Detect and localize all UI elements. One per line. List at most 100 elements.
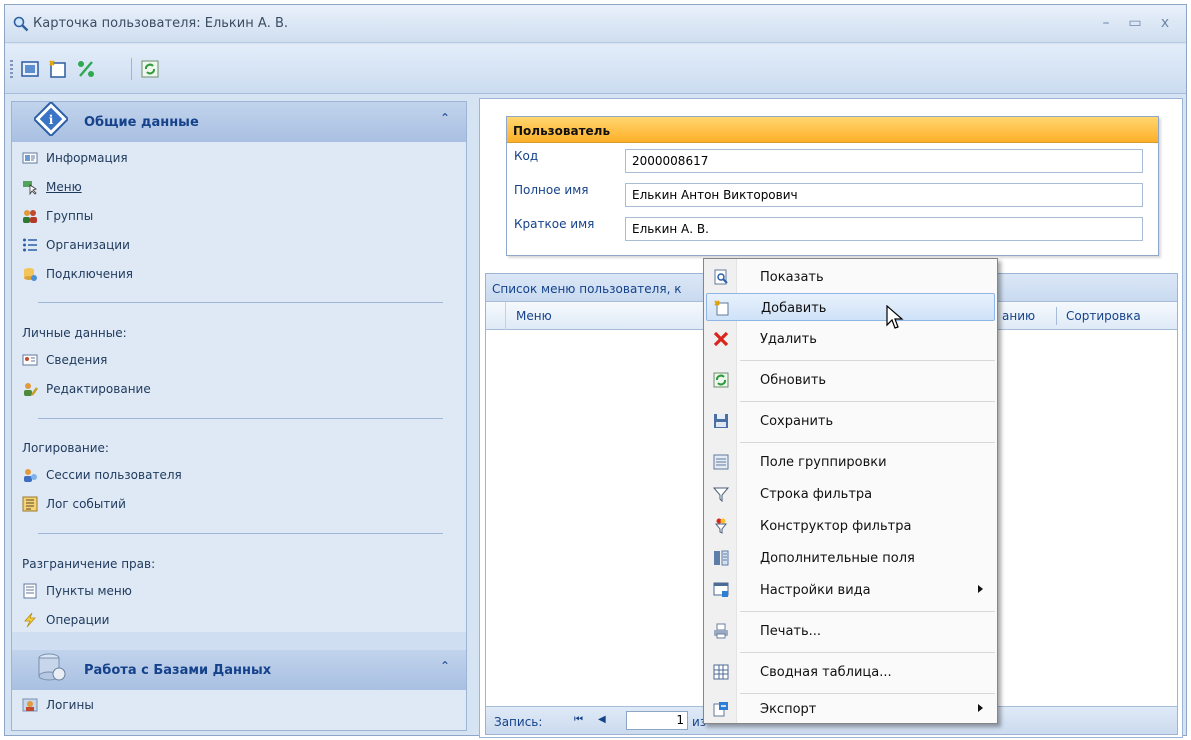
add-icon: [714, 300, 729, 316]
menu-item-extra-fields[interactable]: Дополнительные поля: [706, 544, 995, 572]
group-db-header[interactable]: Работа с Базами Данных ⌃: [12, 650, 466, 690]
new-icon[interactable]: [47, 58, 69, 80]
magnifier-icon: [13, 16, 29, 32]
nav-item-logins[interactable]: Логины: [22, 694, 94, 716]
column-default-header[interactable]: анию: [1002, 309, 1035, 323]
menu-item-add[interactable]: Добавить: [706, 293, 995, 321]
collapse-chevron-icon[interactable]: ⌃: [440, 659, 450, 673]
first-record-icon[interactable]: ⏮: [574, 714, 583, 725]
view-settings-icon: [713, 582, 729, 597]
section-logging-title: Логирование:: [22, 441, 109, 455]
user-box-header: Пользователь: [507, 117, 1158, 143]
menu-item-export[interactable]: Экспорт: [706, 695, 995, 723]
print-icon: [714, 623, 728, 639]
user-edit-icon: [24, 383, 38, 396]
menu-separator: [740, 360, 995, 361]
pivot-icon: [713, 664, 729, 680]
window-title: Карточка пользователя: Елькин А. В.: [33, 16, 289, 31]
session-icon: [24, 469, 37, 482]
column-menu-header[interactable]: Меню: [516, 309, 552, 323]
menu-item-refresh[interactable]: Обновить: [706, 366, 995, 394]
menu-item-show[interactable]: Показать: [706, 263, 995, 291]
nav-item-sessions[interactable]: Сессии пользователя: [22, 464, 182, 486]
connection-icon: [24, 268, 37, 281]
menu-cursor-icon: [23, 181, 37, 195]
event-log-icon: [22, 496, 38, 512]
refresh-icon: [713, 372, 729, 388]
group-general-header[interactable]: i Общие данные ⌃: [12, 102, 466, 142]
info-icon: i: [34, 102, 68, 136]
nav-item-connections[interactable]: Подключения: [22, 263, 133, 285]
row-indicator-header: [486, 302, 506, 330]
user-card-window: Карточка пользователя: Елькин А. В. – ▭ …: [4, 4, 1187, 738]
menu-item-view-settings[interactable]: Настройки вида: [706, 576, 995, 604]
submenu-arrow-icon: [978, 585, 983, 593]
menu-item-group-field[interactable]: Поле группировки: [706, 448, 995, 476]
group-db-title: Работа с Базами Данных: [84, 663, 272, 678]
menu-item-save[interactable]: Сохранить: [706, 407, 995, 435]
nav-item-operations[interactable]: Операции: [22, 609, 109, 631]
toolbar-separator: [131, 58, 132, 80]
menu-item-print[interactable]: Печать...: [706, 617, 995, 645]
toolbar: [5, 44, 1186, 94]
database-icon: [38, 653, 66, 681]
menu-item-filter-row[interactable]: Строка фильтра: [706, 480, 995, 508]
mouse-cursor-icon: [886, 305, 904, 329]
lightning-icon: [24, 612, 36, 628]
close-button[interactable]: x: [1153, 13, 1177, 33]
section-personal-title: Личные данные:: [22, 326, 127, 340]
group-field-icon: [713, 454, 729, 470]
menu-separator: [740, 442, 995, 443]
nav-item-information[interactable]: Информация: [22, 147, 128, 169]
menu-separator: [740, 611, 995, 612]
menu-item-delete[interactable]: Удалить: [706, 325, 995, 353]
context-menu: Показать Добавить Удалить Обновить Сохра…: [703, 258, 998, 724]
refresh-icon[interactable]: [139, 58, 161, 80]
filter-icon: [713, 487, 729, 502]
record-number-input[interactable]: 1: [626, 711, 688, 730]
menu-item-pivot[interactable]: Сводная таблица...: [706, 658, 995, 686]
nav-item-groups[interactable]: Группы: [22, 205, 93, 227]
group-db-body: Логины: [12, 690, 466, 730]
toolbar-grip[interactable]: [10, 60, 13, 78]
filter-builder-icon: [714, 518, 728, 534]
column-separator: [1056, 307, 1057, 325]
delete-x-icon: [713, 331, 729, 347]
title-bar: Карточка пользователя: Елькин А. В. – ▭ …: [5, 5, 1186, 43]
section-rights-title: Разграничение прав:: [22, 557, 156, 571]
login-icon: [22, 698, 38, 712]
submenu-arrow-icon: [978, 704, 983, 712]
user-info-box: Пользователь Код 2000008617 Полное имя Е…: [506, 116, 1159, 256]
nav-item-editing[interactable]: Редактирование: [22, 378, 151, 400]
columns-icon: [714, 550, 729, 566]
preview-icon: [714, 269, 728, 285]
nav-item-event-log[interactable]: Лог событий: [22, 493, 126, 515]
percent-edit-icon[interactable]: [75, 58, 97, 80]
prev-record-icon[interactable]: ◀: [598, 714, 606, 725]
nav-separator: [38, 533, 443, 534]
nav-item-organizations[interactable]: Организации: [22, 234, 130, 256]
id-card-icon: [22, 354, 38, 366]
code-field[interactable]: 2000008617: [625, 149, 1143, 173]
minimize-button[interactable]: –: [1094, 13, 1118, 33]
short-name-field[interactable]: Елькин А. В.: [625, 217, 1143, 241]
short-name-label: Краткое имя: [514, 217, 595, 231]
nav-item-details[interactable]: Сведения: [22, 349, 107, 371]
group-general-body: Информация Меню Группы Организации Подкл…: [12, 142, 466, 632]
column-sort-header[interactable]: Сортировка: [1066, 309, 1141, 323]
menu-separator: [740, 693, 995, 694]
full-name-field[interactable]: Елькин Антон Викторович: [625, 183, 1143, 207]
open-icon[interactable]: [19, 58, 41, 80]
save-icon: [714, 414, 728, 428]
group-general-title: Общие данные: [84, 115, 199, 130]
menu-item-filter-builder[interactable]: Конструктор фильтра: [706, 512, 995, 540]
groups-icon: [23, 210, 37, 223]
collapse-chevron-icon[interactable]: ⌃: [440, 111, 450, 125]
nav-item-menu-points[interactable]: Пункты меню: [22, 580, 132, 602]
document-icon: [23, 583, 37, 599]
menu-separator: [740, 652, 995, 653]
nav-item-menu[interactable]: Меню: [22, 176, 82, 198]
navigation-panel: i Общие данные ⌃ Информация Меню Группы …: [11, 101, 467, 731]
maximize-button[interactable]: ▭: [1123, 13, 1147, 33]
svg-text:i: i: [49, 113, 54, 127]
